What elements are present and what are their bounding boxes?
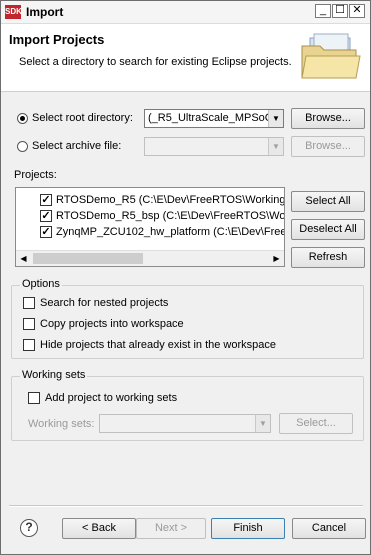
list-item[interactable]: ✓ RTOSDemo_R5_bsp (C:\E\Dev\FreeRTOS\Wor… <box>22 209 285 224</box>
project-checkbox[interactable]: ✓ <box>40 194 52 206</box>
options-title: Options <box>20 278 62 290</box>
copy-projects-label: Copy projects into workspace <box>40 318 184 330</box>
list-item[interactable]: ✓ ZynqMP_ZCU102_hw_platform (C:\E\Dev\Fr… <box>22 225 285 240</box>
root-directory-label: Select root directory: <box>32 112 133 124</box>
working-sets-label: Working sets: <box>28 418 95 430</box>
add-to-working-sets-checkbox[interactable] <box>28 392 40 404</box>
working-sets-title: Working sets <box>20 369 88 381</box>
scrollbar-thumb[interactable] <box>33 253 143 264</box>
footer-separator <box>9 505 363 507</box>
page-title: Import Projects <box>9 32 105 47</box>
page-description: Select a directory to search for existin… <box>19 56 292 68</box>
project-label: RTOSDemo_R5 (C:\E\Dev\FreeRTOS\WorkingC <box>56 194 285 206</box>
folder-icon <box>301 33 361 79</box>
maximize-icon[interactable]: ☐ <box>332 4 348 18</box>
scroll-right-icon[interactable]: ▶ <box>269 251 284 266</box>
hide-existing-label: Hide projects that already exist in the … <box>40 339 277 351</box>
project-checkbox[interactable]: ✓ <box>40 226 52 238</box>
root-directory-combo[interactable]: (_R5_UltraScale_MPSoC ▼ <box>144 109 284 128</box>
chevron-down-icon[interactable]: ▼ <box>268 138 283 155</box>
window-title: Import <box>26 5 64 19</box>
refresh-button[interactable]: Refresh <box>291 247 365 268</box>
list-item[interactable]: ✓ RTOSDemo_R5 (C:\E\Dev\FreeRTOS\Working… <box>22 193 285 208</box>
root-browse-button[interactable]: Browse... <box>291 108 365 129</box>
archive-file-label: Select archive file: <box>32 140 122 152</box>
horizontal-scrollbar[interactable]: ◀ ▶ <box>16 250 284 266</box>
select-all-button[interactable]: Select All <box>291 191 365 212</box>
archive-browse-button[interactable]: Browse... <box>291 136 365 157</box>
close-icon[interactable]: ✕ <box>349 4 365 18</box>
title-bar: SDK Import _ ☐ ✕ <box>1 1 370 24</box>
scroll-left-icon[interactable]: ◀ <box>16 251 31 266</box>
project-label: RTOSDemo_R5_bsp (C:\E\Dev\FreeRTOS\Work <box>56 210 285 222</box>
working-sets-combo[interactable]: ▼ <box>99 414 271 433</box>
root-directory-radio[interactable] <box>17 113 28 124</box>
help-icon[interactable]: ? <box>20 519 38 537</box>
root-directory-value: (_R5_UltraScale_MPSoC <box>148 112 273 124</box>
deselect-all-button[interactable]: Deselect All <box>291 219 365 240</box>
projects-label: Projects: <box>14 169 57 181</box>
import-dialog: SDK Import _ ☐ ✕ Import Projects Select … <box>0 0 371 555</box>
cancel-button[interactable]: Cancel <box>292 518 366 539</box>
projects-list[interactable]: ✓ RTOSDemo_R5 (C:\E\Dev\FreeRTOS\Working… <box>15 187 285 267</box>
minimize-icon[interactable]: _ <box>315 4 331 18</box>
search-nested-checkbox[interactable] <box>23 297 35 309</box>
next-button[interactable]: Next > <box>136 518 206 539</box>
archive-file-combo[interactable]: ▼ <box>144 137 284 156</box>
sdk-app-icon: SDK <box>5 5 22 19</box>
project-checkbox[interactable]: ✓ <box>40 210 52 222</box>
add-to-working-sets-label: Add project to working sets <box>45 392 178 404</box>
working-sets-select-button[interactable]: Select... <box>279 413 353 434</box>
copy-projects-checkbox[interactable] <box>23 318 35 330</box>
hide-existing-checkbox[interactable] <box>23 339 35 351</box>
back-button[interactable]: < Back <box>62 518 136 539</box>
finish-button[interactable]: Finish <box>211 518 285 539</box>
chevron-down-icon[interactable]: ▼ <box>268 110 283 127</box>
chevron-down-icon[interactable]: ▼ <box>255 415 270 432</box>
search-nested-label: Search for nested projects <box>40 297 169 309</box>
wizard-header: Import Projects Select a directory to se… <box>1 24 370 92</box>
project-label: ZynqMP_ZCU102_hw_platform (C:\E\Dev\Free… <box>56 226 285 238</box>
archive-file-radio[interactable] <box>17 141 28 152</box>
